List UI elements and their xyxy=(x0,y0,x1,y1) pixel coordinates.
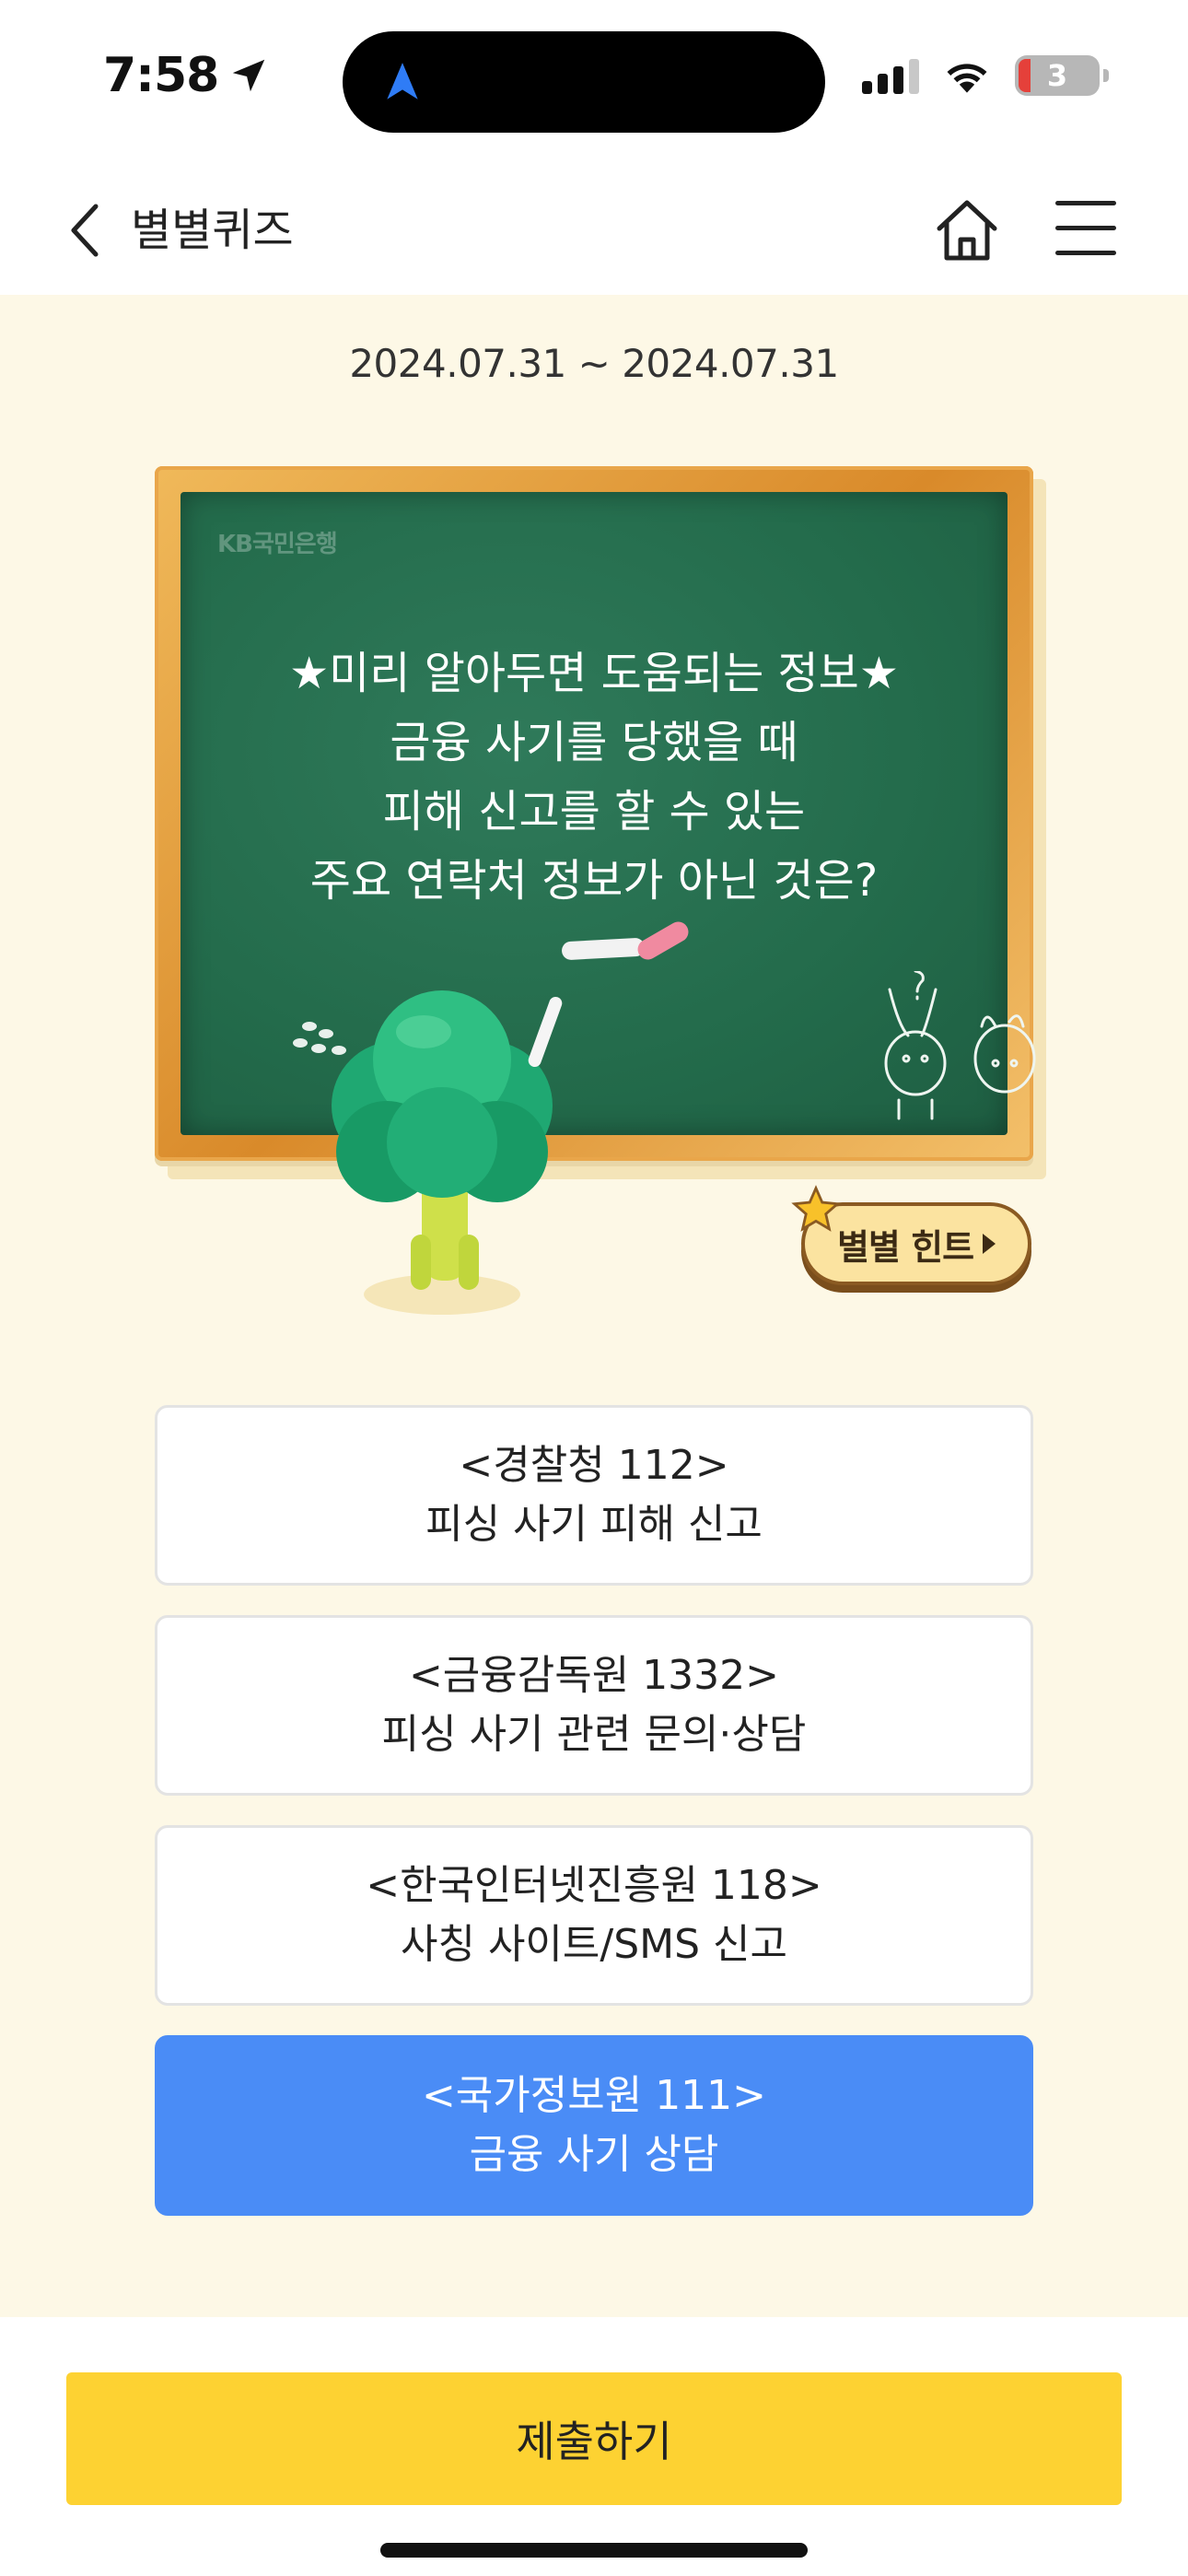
broccoli-character-icon xyxy=(332,990,563,1315)
clock-label: 7:58 xyxy=(103,48,219,103)
hamburger-line xyxy=(1055,226,1116,230)
question-line: ★미리 알아두면 도움되는 정보★ xyxy=(289,648,899,699)
home-indicator[interactable] xyxy=(380,2543,808,2558)
quiz-area: 2024.07.31 ~ 2024.07.31 KB국민은행 ★미리 알아두면 … xyxy=(0,295,1188,2317)
quiz-date-range: 2024.07.31 ~ 2024.07.31 xyxy=(349,341,839,386)
option-title: <경찰청 112> xyxy=(459,1442,729,1489)
hamburger-line xyxy=(1055,201,1116,205)
battery-icon: 3 xyxy=(1015,55,1109,96)
kb-bank-logo: KB국민은행 xyxy=(217,531,338,558)
home-button[interactable] xyxy=(930,193,1004,267)
bunny-doodle-icon xyxy=(884,971,1036,1120)
hamburger-line xyxy=(1055,251,1116,255)
menu-button[interactable] xyxy=(1055,201,1120,260)
option-description: 사칭 사이트/SMS 신고 xyxy=(401,1921,787,1968)
option-description: 피싱 사기 피해 신고 xyxy=(425,1501,763,1548)
answer-option-3[interactable]: <한국인터넷진흥원 118> 사칭 사이트/SMS 신고 xyxy=(155,1825,1033,2006)
answer-option-2[interactable]: <금융감독원 1332> 피싱 사기 관련 문의·상담 xyxy=(155,1615,1033,1796)
answer-options: <경찰청 112> 피싱 사기 피해 신고 <금융감독원 1332> 피싱 사기… xyxy=(155,1405,1033,2245)
star-icon xyxy=(791,1185,841,1232)
question-line: 주요 연락처 정보가 아닌 것은? xyxy=(309,855,879,907)
chalkboard: KB국민은행 ★미리 알아두면 도움되는 정보★ 금융 사기를 당했을 때 피해… xyxy=(155,466,1036,1161)
dynamic-island xyxy=(343,31,825,133)
play-arrow-icon xyxy=(983,1234,996,1254)
question-line: 금융 사기를 당했을 때 xyxy=(390,717,798,768)
option-description: 피싱 사기 관련 문의·상담 xyxy=(381,1711,807,1758)
wifi-icon xyxy=(947,64,987,93)
option-title: <국가정보원 111> xyxy=(421,2072,767,2119)
answer-option-1[interactable]: <경찰청 112> 피싱 사기 피해 신고 xyxy=(155,1405,1033,1586)
navigation-arrow-icon xyxy=(387,63,418,100)
hint-label: 별별 힌트 xyxy=(836,1226,974,1268)
status-indicators: 3 xyxy=(862,55,1109,96)
status-bar: 7:58 3 xyxy=(0,0,1188,157)
bottom-bar: 제출하기 xyxy=(0,2317,1188,2576)
back-button[interactable] xyxy=(59,197,114,263)
location-arrow-icon xyxy=(233,59,265,92)
cellular-signal-icon xyxy=(862,57,919,94)
battery-level: 3 xyxy=(1046,58,1068,93)
submit-button[interactable]: 제출하기 xyxy=(66,2372,1122,2505)
status-time: 7:58 xyxy=(103,48,270,103)
option-title: <한국인터넷진흥원 118> xyxy=(366,1862,822,1909)
answer-option-4[interactable]: <국가정보원 111> 금융 사기 상담 xyxy=(155,2035,1033,2216)
option-title: <금융감독원 1332> xyxy=(408,1652,780,1699)
question-line: 피해 신고를 할 수 있는 xyxy=(382,786,806,837)
option-description: 금융 사기 상담 xyxy=(469,2131,719,2178)
nav-bar: 별별퀴즈 xyxy=(0,157,1188,295)
page-title: 별별퀴즈 xyxy=(131,205,294,256)
hint-button[interactable]: 별별 힌트 xyxy=(791,1185,1031,1285)
quiz-question: ★미리 알아두면 도움되는 정보★ 금융 사기를 당했을 때 피해 신고를 할 … xyxy=(181,639,1007,916)
